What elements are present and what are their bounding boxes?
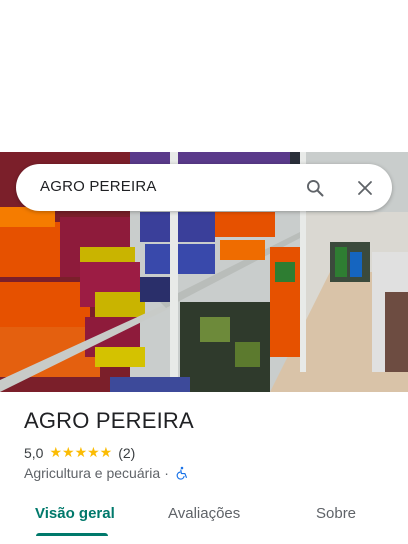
tab-overview[interactable]: Visão geral: [35, 505, 115, 522]
category-row: Agricultura e pecuária ·: [24, 465, 189, 481]
search-bar[interactable]: AGRO PEREIRA: [16, 164, 392, 211]
wheelchair-icon: [175, 466, 189, 480]
close-icon[interactable]: [352, 175, 378, 201]
active-tab-indicator: [36, 533, 108, 536]
place-title: AGRO PEREIRA: [24, 408, 194, 433]
rating-value: 5,0: [24, 444, 44, 461]
category-separator: ·: [164, 465, 169, 481]
star-rating-icon: ★★★★★: [49, 444, 113, 460]
tab-about[interactable]: Sobre: [316, 505, 356, 522]
tab-reviews[interactable]: Avaliações: [168, 505, 240, 522]
place-tabs: Visão geral Avaliações Sobre: [0, 493, 408, 544]
search-icon[interactable]: [302, 175, 328, 201]
rating-row[interactable]: 5,0 ★★★★★ (2): [24, 444, 135, 461]
category-label[interactable]: Agricultura e pecuária: [24, 465, 160, 481]
review-count[interactable]: (2): [118, 445, 135, 461]
search-input[interactable]: AGRO PEREIRA: [40, 178, 157, 195]
